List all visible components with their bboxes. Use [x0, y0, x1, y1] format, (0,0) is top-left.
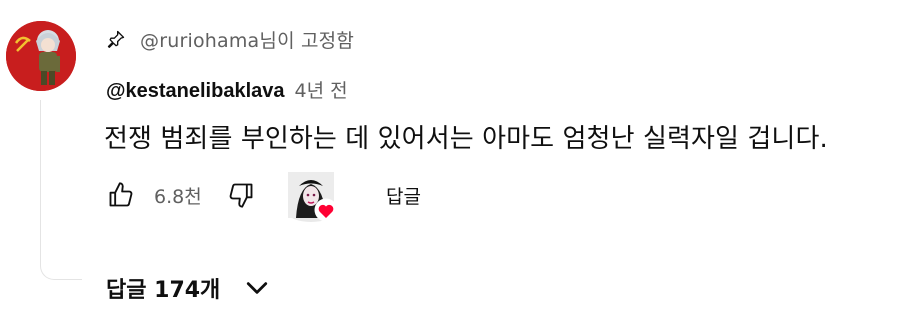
- thumbs-down-icon: [229, 183, 253, 208]
- like-count: 6.8천: [154, 185, 202, 208]
- thumbs-up-icon: [109, 182, 133, 207]
- comment-author[interactable]: @kestanelibaklava: [106, 80, 285, 103]
- comment-actions: 6.8천 답글: [106, 172, 421, 222]
- thread-connector-line: [40, 100, 82, 280]
- pinned-by-text: @ruriohama님이 고정함: [140, 29, 355, 52]
- replies-count-label: 답글 174개: [106, 278, 221, 303]
- comment-timestamp[interactable]: 4년 전: [295, 76, 348, 103]
- dislike-button[interactable]: [226, 180, 256, 210]
- commenter-avatar[interactable]: [6, 21, 76, 91]
- reply-button[interactable]: 답글: [386, 182, 421, 209]
- chevron-down-icon: [247, 282, 268, 294]
- heart-icon: [314, 198, 338, 222]
- creator-heart[interactable]: [288, 172, 338, 222]
- view-replies-button[interactable]: 답글 174개: [106, 272, 272, 304]
- commenter-avatar-image: [6, 21, 76, 91]
- pin-icon: [106, 29, 126, 49]
- pinned-indicator: @ruriohama님이 고정함: [106, 24, 354, 54]
- like-button[interactable]: [106, 180, 136, 210]
- comment-body: 전쟁 범죄를 부인하는 데 있어서는 아마도 엄청난 실력자일 겁니다.: [104, 124, 828, 154]
- comment-thread: @ruriohama님이 고정함 @kestanelibaklava 4년 전 …: [0, 0, 900, 332]
- comment-header: @kestanelibaklava 4년 전: [106, 76, 348, 103]
